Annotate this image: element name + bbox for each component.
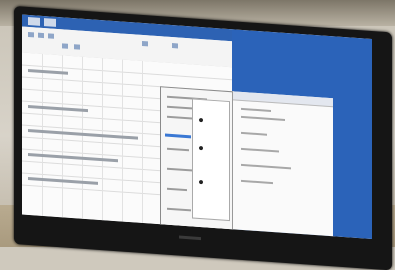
dialog-text	[167, 167, 193, 172]
toolbar-icon[interactable]	[62, 43, 68, 49]
toolbar-icon[interactable]	[28, 31, 34, 38]
grid-line	[142, 60, 143, 224]
toolbar-icon[interactable]	[38, 32, 44, 39]
text-panel[interactable]	[232, 91, 333, 237]
list-panel[interactable]	[192, 98, 230, 222]
panel-text	[241, 147, 279, 153]
toolbar-icon[interactable]	[142, 40, 148, 47]
panel-text	[241, 107, 271, 112]
toolbar-icon[interactable]	[74, 44, 80, 50]
dialog-text	[167, 207, 191, 212]
panel-text	[241, 115, 285, 121]
window-tab[interactable]	[28, 16, 40, 26]
grid-line	[102, 58, 103, 221]
monitor	[14, 6, 392, 270]
panel-text	[241, 131, 267, 136]
panel-text	[241, 179, 273, 185]
dialog-text	[167, 147, 189, 152]
monitor-screen	[22, 14, 372, 240]
brand-logo	[179, 235, 201, 241]
radio-icon[interactable]	[199, 145, 203, 151]
grid-line	[62, 55, 63, 218]
dialog-text	[167, 187, 187, 192]
radio-icon[interactable]	[199, 179, 203, 185]
dialog-text	[167, 105, 195, 110]
selected-item[interactable]	[165, 133, 191, 139]
panel-text	[241, 163, 291, 170]
radio-icon[interactable]	[199, 117, 203, 123]
toolbar-icon[interactable]	[172, 43, 178, 49]
toolbar-icon[interactable]	[48, 33, 54, 39]
window-tab[interactable]	[44, 18, 56, 27]
grid-line	[122, 59, 123, 222]
grid-line	[82, 56, 83, 219]
grid-line	[42, 53, 43, 217]
